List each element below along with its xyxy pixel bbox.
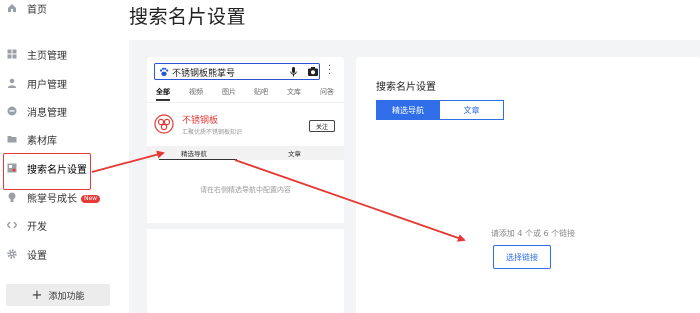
highlight-box	[3, 153, 91, 190]
choose-links-button[interactable]: 选择链接	[493, 245, 551, 269]
segment-control: 精选导航 文章	[376, 100, 504, 120]
sidebar-item-label: 素材库	[27, 135, 57, 147]
mic-icon	[290, 67, 297, 77]
code-icon	[7, 220, 17, 230]
sidebar-item-user-management[interactable]: 用户管理	[0, 71, 118, 95]
paw-icon	[159, 67, 169, 76]
plus-icon: +	[31, 287, 43, 303]
message-icon	[7, 106, 17, 116]
card-description: 汇聚优质不锈钢板知识	[182, 129, 243, 136]
mobile-preview: 不锈钢板熊掌号 · · · 全部 视频 图片 贴吧 文库 问答 不锈钢板 汇聚优质不…	[147, 57, 344, 313]
more-icon: · · ·	[328, 61, 332, 80]
profile-tab-featured-nav[interactable]: 精选导航	[181, 148, 207, 158]
tab-video: 视频	[189, 88, 203, 96]
sidebar-item-message-management[interactable]: 消息管理	[0, 99, 118, 123]
preview-search-bar: 不锈钢板熊掌号	[154, 63, 320, 80]
tab-images: 图片	[222, 88, 236, 96]
settings-panel: 搜索名片设置 精选导航 文章 请添加 4 个或 6 个链接 选择链接	[356, 57, 700, 313]
sidebar-item-material-library[interactable]: 素材库	[0, 127, 118, 151]
sidebar-item-label: 主页管理	[27, 50, 67, 62]
brand-logo	[154, 114, 174, 134]
panel-title: 搜索名片设置	[376, 82, 436, 93]
sidebar-item-settings[interactable]: 设置	[0, 242, 118, 266]
profile-tab-articles[interactable]: 文章	[288, 148, 301, 158]
folder-icon	[7, 134, 17, 144]
sidebar-item-label: 开发	[27, 221, 47, 233]
link-count-hint: 请添加 4 个或 6 个链接	[490, 229, 576, 238]
sidebar-item-label: 首页	[27, 4, 47, 16]
section-divider	[147, 223, 344, 229]
segment-articles[interactable]: 文章	[440, 100, 504, 120]
user-icon	[7, 78, 17, 88]
tab-zhidao: 问答	[320, 88, 334, 96]
home-icon	[7, 3, 17, 13]
sidebar-item-label: 消息管理	[27, 107, 67, 119]
sidebar-item-develop[interactable]: 开发	[0, 213, 118, 237]
add-feature-label: 添加功能	[48, 291, 85, 302]
profile-tab-underline	[159, 159, 237, 160]
camera-icon	[308, 67, 318, 76]
segment-featured-nav[interactable]: 精选导航	[376, 100, 440, 120]
preview-profile-tabs: 精选导航 文章	[147, 146, 344, 160]
preview-search-query: 不锈钢板熊掌号	[172, 69, 236, 79]
tab-underline	[156, 99, 170, 101]
tab-tieba: 贴吧	[254, 88, 268, 96]
sidebar-item-label: 用户管理	[27, 79, 67, 91]
add-feature-button[interactable]: + 添加功能	[6, 284, 110, 306]
sidebar-item-label: 熊掌号成长 New	[27, 190, 101, 205]
paw-icon	[7, 192, 17, 202]
gear-icon	[7, 249, 17, 259]
grid-icon	[7, 49, 17, 59]
follow-button[interactable]: 关注	[309, 120, 335, 132]
new-badge: New	[81, 194, 101, 203]
sidebar-item-home[interactable]: 首页	[0, 0, 118, 20]
preview-tabs: 全部 视频 图片 贴吧 文库 问答	[147, 87, 344, 101]
divider	[147, 102, 344, 103]
sidebar-item-homepage-management[interactable]: 主页管理	[0, 42, 118, 66]
tab-wenku: 文库	[287, 88, 301, 96]
sidebar-item-label: 设置	[27, 250, 47, 262]
card-name: 不锈钢板	[182, 116, 219, 126]
empty-state-text: 请在右侧精选导航中配置内容	[200, 186, 291, 194]
tab-all: 全部	[156, 88, 170, 96]
page-title: 搜索名片设置	[129, 6, 247, 28]
